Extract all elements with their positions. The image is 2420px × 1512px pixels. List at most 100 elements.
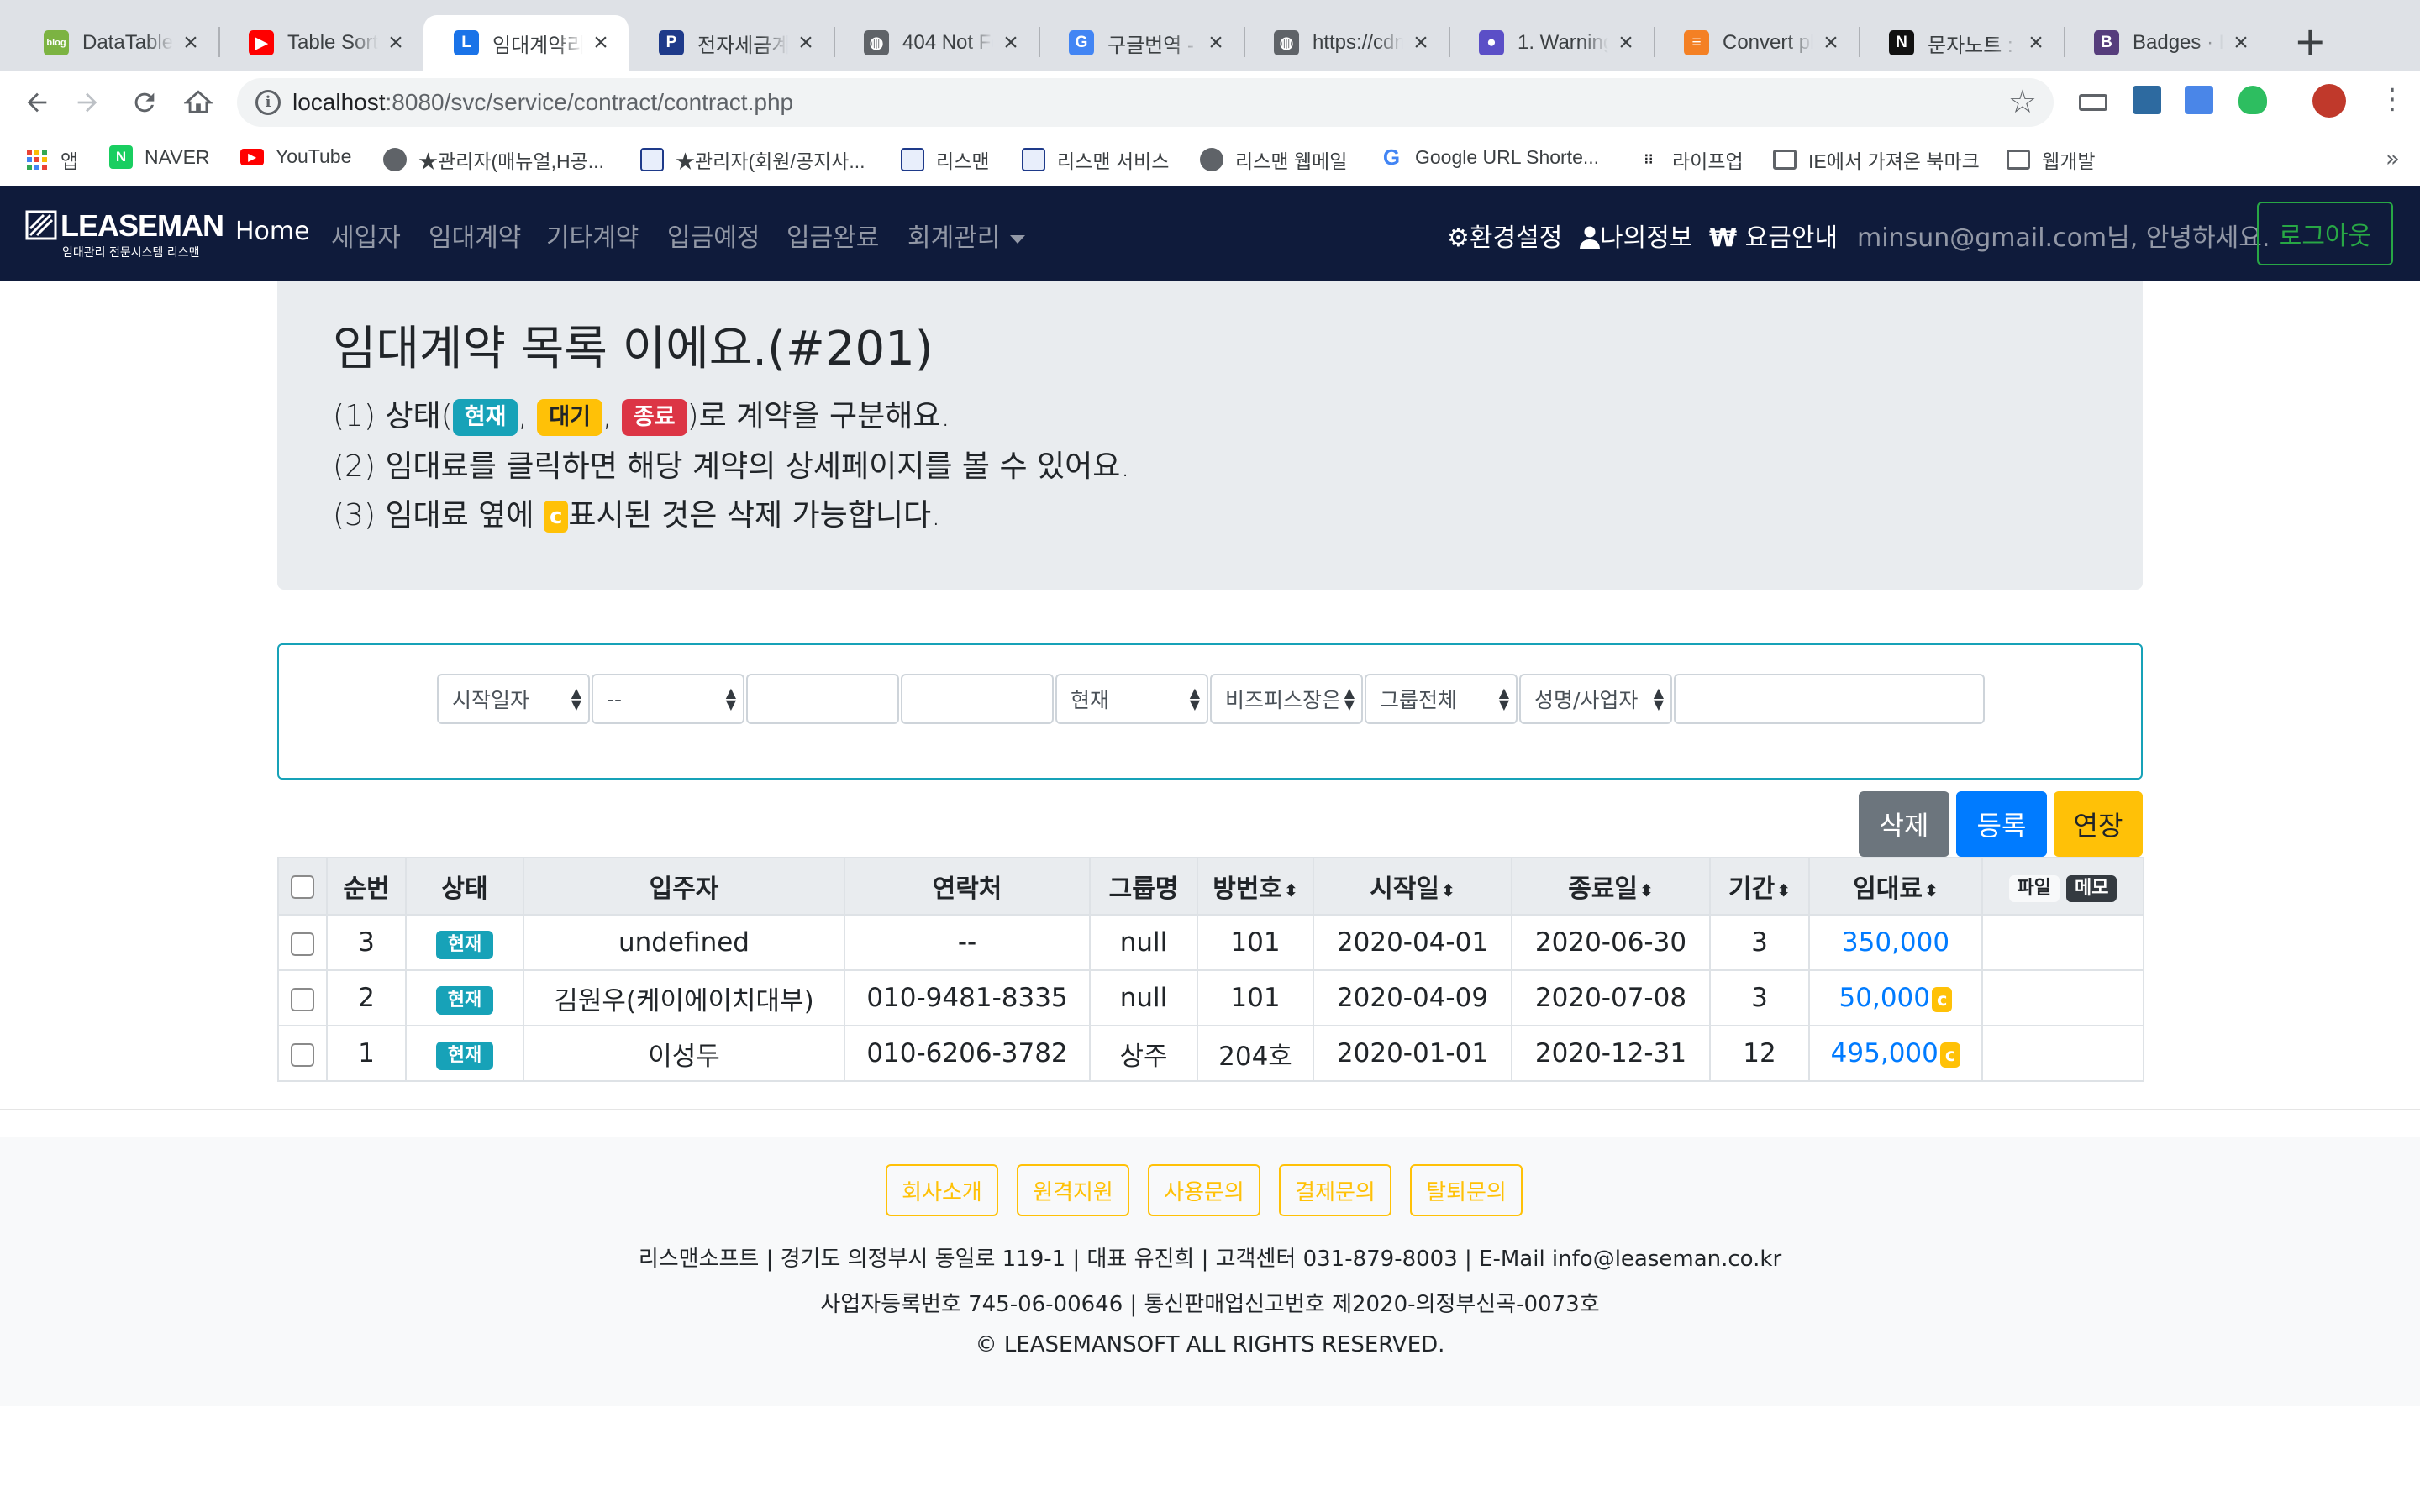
bookmark-item[interactable]: ★관리자(매뉴얼,H공... (383, 145, 604, 174)
nav-link[interactable]: 입금예정 (667, 217, 760, 254)
tenant-link[interactable]: 이성두 (523, 1025, 845, 1082)
header-room[interactable]: 방번호 ⬍ (1197, 857, 1314, 916)
footer-remote-support-button[interactable]: 원격지원 (1017, 1164, 1129, 1216)
browser-tab[interactable]: ◍ 404 Not Fo × (834, 15, 1039, 71)
delete-button[interactable]: 삭제 (1859, 791, 1949, 857)
tab-close-icon[interactable]: × (2023, 29, 2049, 57)
tenant-link[interactable]: 김원우(케이에이치대부) (523, 969, 845, 1026)
date-to-input[interactable] (901, 674, 1054, 724)
header-end[interactable]: 종료일 ⬍ (1511, 857, 1711, 916)
bookmark-item[interactable]: IE에서 가져온 북마크 (1773, 145, 1980, 174)
date-type-select[interactable]: 시작일자 ▲ ▼ (437, 674, 590, 724)
tab-close-icon[interactable]: × (793, 29, 818, 57)
footer-payment-inquiry-button[interactable]: 결제문의 (1279, 1164, 1392, 1216)
bookmark-item[interactable]: N NAVER (109, 145, 210, 169)
keyword-input[interactable] (1674, 674, 1985, 724)
browser-tab[interactable]: G 구글번역 - (× (1039, 15, 1244, 71)
rent-link[interactable]: 495,000 (1831, 1038, 1939, 1068)
nav-link[interactable]: 세입자 (331, 217, 401, 254)
address-bar[interactable]: i localhost:8080/svc/service/contract/co… (237, 78, 2054, 127)
select-all-checkbox[interactable] (291, 875, 314, 899)
tenant-link[interactable]: undefined (523, 914, 845, 971)
site-info-icon[interactable]: i (255, 90, 281, 115)
screen-extension-icon[interactable] (2185, 86, 2213, 114)
footer-about-button[interactable]: 회사소개 (886, 1164, 998, 1216)
browser-menu-icon[interactable]: ⋮ (2378, 82, 2407, 116)
tab-close-icon[interactable]: × (2228, 29, 2254, 57)
table-row: 1 현재 이성두 010-6206-3782 상주 204호 2020-01-01 2020-… (277, 1025, 2144, 1082)
bookmark-item[interactable]: 리스맨 웹메일 (1200, 145, 1347, 174)
rent-link[interactable]: 50,000 (1839, 983, 1930, 1013)
bookmark-item[interactable]: 리스맨 서비스 (1022, 145, 1169, 174)
register-button[interactable]: 등록 (1956, 791, 2047, 857)
browser-tab[interactable]: ▶ Table Sorti × (218, 15, 424, 71)
bookmark-label: 리스맨 서비스 (1057, 150, 1170, 172)
bookmark-item[interactable]: ⁝⁝ 라이프업 (1637, 145, 1744, 174)
browser-tab[interactable]: ≡ Convert ph × (1654, 15, 1859, 71)
group-select[interactable]: 그룹전체 ▲ ▼ (1365, 674, 1518, 724)
footer-usage-inquiry-button[interactable]: 사용문의 (1148, 1164, 1260, 1216)
period-select[interactable]: -- ▲ ▼ (592, 674, 744, 724)
date-from-input[interactable] (746, 674, 899, 724)
extend-button[interactable]: 연장 (2054, 791, 2143, 857)
translate-extension-icon[interactable] (2133, 86, 2161, 114)
nav-link[interactable]: 입금완료 (786, 217, 879, 254)
tab-separator (1654, 27, 1655, 57)
nav-link[interactable]: Home (235, 217, 310, 246)
back-button[interactable] (18, 84, 55, 121)
header-rent[interactable]: 임대료 ⬍ (1808, 857, 1983, 916)
profile-avatar[interactable] (2312, 84, 2346, 118)
tab-close-icon[interactable]: × (178, 29, 203, 57)
row-room: 101 (1197, 969, 1314, 1026)
tab-close-icon[interactable]: × (1203, 29, 1228, 57)
row-checkbox[interactable] (291, 1042, 314, 1067)
tab-close-icon[interactable]: × (1408, 29, 1434, 57)
bookmarks-more-button[interactable]: » (2386, 144, 2400, 172)
bookmark-item[interactable]: 리스맨 (901, 145, 989, 174)
nav-link[interactable]: 회계관리 (908, 217, 1026, 254)
settings-link[interactable]: ⚙환경설정 (1447, 217, 1562, 254)
pricing-link[interactable]: ₩ 요금안내 (1709, 217, 1838, 254)
home-button[interactable] (180, 84, 217, 121)
browser-tab[interactable]: N 문자노트 : h× (1859, 15, 2064, 71)
nav-link[interactable]: 기타계약 (546, 217, 639, 254)
header-start[interactable]: 시작일 ⬍ (1313, 857, 1512, 916)
browser-tab[interactable]: P 전자세금계 × (629, 15, 834, 71)
building-select[interactable]: 비즈피스장은 ▲ ▼ (1210, 674, 1363, 724)
bookmark-item[interactable]: 웹개발 (2007, 145, 2095, 174)
browser-tab[interactable]: ◍ https://cdn × (1244, 15, 1449, 71)
bookmark-item[interactable]: ★관리자(회원/공지사... (640, 145, 865, 174)
gear-icon: ⚙ (1447, 223, 1470, 253)
brand-logo[interactable]: LEASEMAN 임대관리 전문시스템 리스맨 (25, 208, 224, 260)
reload-button[interactable] (126, 84, 163, 121)
tab-close-icon[interactable]: × (1818, 29, 1844, 57)
browser-tab[interactable]: blog DataTable × (13, 15, 218, 71)
bookmark-star-icon[interactable]: ☆ (2008, 83, 2037, 120)
search-type-select[interactable]: 성명/사업자 ▲ ▼ (1519, 674, 1672, 724)
tab-close-icon[interactable]: × (588, 29, 613, 57)
new-tab-button[interactable]: + (2294, 18, 2327, 64)
bookmark-item[interactable]: 앱 (25, 145, 78, 174)
rent-link[interactable]: 350,000 (1842, 927, 1949, 958)
status-select[interactable]: 현재 ▲ ▼ (1055, 674, 1208, 724)
header-period[interactable]: 기간 ⬍ (1709, 857, 1810, 916)
search-type-value: 성명/사업자 (1534, 688, 1639, 712)
browser-tab[interactable]: ● 1. Warning × (1449, 15, 1654, 71)
browser-tab[interactable]: B Badges · B × (2064, 15, 2269, 71)
nav-link[interactable]: 임대계약 (429, 217, 521, 254)
forward-button[interactable] (69, 84, 106, 121)
browser-tab[interactable]: L 임대계약리 × (424, 15, 629, 71)
cast-extension-icon[interactable] (2079, 94, 2107, 111)
tab-title: 1. Warning (1518, 31, 1608, 54)
row-checkbox[interactable] (291, 932, 314, 956)
tab-close-icon[interactable]: × (383, 29, 408, 57)
tab-close-icon[interactable]: × (998, 29, 1023, 57)
row-checkbox[interactable] (291, 987, 314, 1011)
footer-withdraw-inquiry-button[interactable]: 탈퇴문의 (1410, 1164, 1523, 1216)
myinfo-link[interactable]: 나의정보 (1580, 217, 1692, 254)
evernote-extension-icon[interactable] (2238, 86, 2267, 114)
bookmark-item[interactable]: ▶ YouTube (240, 145, 351, 168)
logout-button[interactable]: 로그아웃 (2257, 202, 2393, 265)
bookmark-item[interactable]: G Google URL Shorte... (1380, 144, 1599, 170)
tab-close-icon[interactable]: × (1613, 29, 1639, 57)
